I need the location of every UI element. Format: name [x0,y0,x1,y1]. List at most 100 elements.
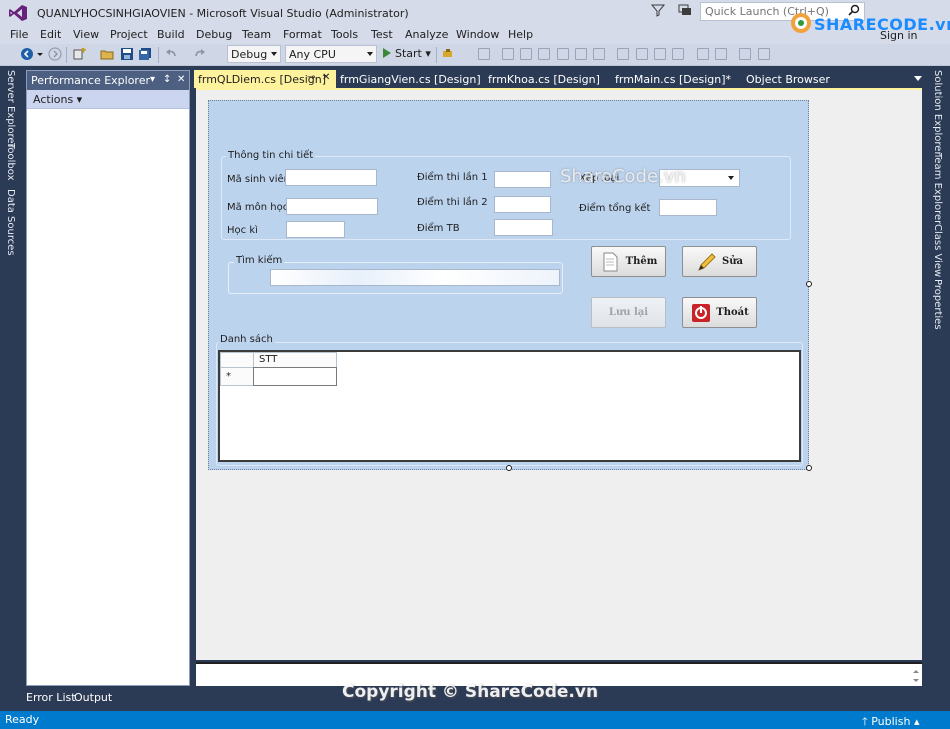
diem-tong-ket-input[interactable] [659,199,717,216]
new-project-icon[interactable] [72,47,86,61]
start-debugging-button[interactable]: Start ▾ [383,47,431,60]
bring-to-front-icon[interactable] [739,48,751,60]
vertical-spacing-icon[interactable] [715,48,727,60]
toolbox-tab[interactable]: Toolbox [5,143,16,181]
solution-configuration-value: Debug [231,48,268,61]
align-rights-icon[interactable] [538,48,550,60]
menu-tools[interactable]: Tools [331,28,358,41]
diem-thi-lan-1-input[interactable] [494,171,551,188]
pin-icon[interactable]: ↕ [163,74,171,85]
grid-column-header-stt[interactable]: STT [253,352,337,368]
filter-icon[interactable] [651,3,665,17]
performance-explorer-title: Performance Explorer [31,74,151,87]
feedback-icon[interactable] [678,4,692,16]
chevron-down-icon [271,52,277,56]
standard-toolbar: Debug Any CPU Start ▾ [0,44,950,66]
size-to-grid-icon[interactable] [672,48,684,60]
class-view-tab[interactable]: Class View [932,224,943,277]
menu-format[interactable]: Format [283,28,322,41]
align-tops-icon[interactable] [557,48,569,60]
make-same-height-icon[interactable] [636,48,648,60]
menu-edit[interactable]: Edit [40,28,61,41]
search-group-title: Tìm kiếm [234,255,285,266]
solution-configuration-select[interactable]: Debug [227,45,281,63]
tab-output[interactable]: Output [74,691,112,704]
actions-label: Actions [33,93,74,106]
tab-error-list[interactable]: Error List [26,691,76,704]
menu-test[interactable]: Test [371,28,393,41]
horizontal-spacing-icon[interactable] [697,48,709,60]
undo-icon[interactable] [164,47,178,61]
ma-sinh-vien-label: Mã sinh viên [227,174,290,185]
tab-object-browser[interactable]: Object Browser [742,70,834,88]
save-all-icon[interactable] [138,47,152,61]
diem-thi-lan-2-label: Điểm thi lần 2 [417,197,488,208]
resize-handle-right[interactable] [806,281,812,287]
menu-build[interactable]: Build [157,28,185,41]
tab-frmgiangvien-design[interactable]: frmGiangVien.cs [Design] [336,70,485,88]
resize-handle-bottom[interactable] [506,465,512,471]
save-button[interactable]: Lưu lại [591,297,666,328]
align-to-grid-icon[interactable] [478,48,490,60]
solution-explorer-tab[interactable]: Solution Explorer [932,70,943,156]
exit-button[interactable]: Thoát [682,297,757,328]
menu-window[interactable]: Window [456,28,499,41]
data-grid-view[interactable]: STT * [218,350,801,462]
properties-tab[interactable]: Properties [932,279,943,330]
align-middles-icon[interactable] [575,48,587,60]
tab-overflow-icon[interactable] [914,76,922,81]
align-centers-icon[interactable] [520,48,532,60]
tab-frmkhoa-design[interactable]: frmKhoa.cs [Design] [484,70,604,88]
menu-debug[interactable]: Debug [196,28,232,41]
align-lefts-icon[interactable] [502,48,514,60]
team-explorer-tab[interactable]: Team Explorer [932,153,943,224]
pin-icon[interactable]: ⊸ [307,72,315,83]
scrollbar[interactable] [912,668,920,684]
grid-row-header-corner [220,352,254,368]
chevron-down-icon[interactable] [36,47,44,61]
pencil-icon [698,252,716,271]
ma-mon-hoc-input[interactable] [286,198,378,215]
solution-platform-select[interactable]: Any CPU [285,45,377,63]
server-explorer-tab[interactable]: Server Explorer [5,70,16,148]
menu-file[interactable]: File [10,28,28,41]
tab-frmmain-design[interactable]: frmMain.cs [Design]* [611,70,735,88]
menu-team[interactable]: Team [242,28,271,41]
actions-menu[interactable]: Actions ▾ [27,90,189,109]
add-button[interactable]: Thêm [591,246,666,277]
align-bottoms-icon[interactable] [593,48,605,60]
resize-handle-bottom-right[interactable] [806,465,812,471]
form-designer-surface[interactable]: Thông tin chi tiết Mã sinh viên Mã môn h… [196,88,922,660]
open-folder-icon[interactable] [100,47,114,61]
make-same-width-icon[interactable] [617,48,629,60]
edit-button[interactable]: Sửa [682,246,757,277]
close-icon[interactable]: ✕ [177,74,185,85]
make-same-size-icon[interactable] [654,48,666,60]
menu-help[interactable]: Help [508,28,533,41]
publish-button[interactable]: 🡑 Publish ▴ [862,713,919,729]
menu-analyze[interactable]: Analyze [405,28,448,41]
send-to-back-icon[interactable] [758,48,770,60]
menu-view[interactable]: View [73,28,99,41]
grid-new-row-cell[interactable] [253,367,337,386]
navigate-back-icon[interactable] [20,47,34,61]
close-icon[interactable]: ✕ [322,72,330,83]
left-tool-window-rail: Server Explorer Toolbox Data Sources [0,66,22,686]
redo-icon[interactable] [193,47,207,61]
tab-frmqldiem-design[interactable]: frmQLDiem.cs [Design] ⊸ ✕ [194,70,336,88]
save-icon[interactable] [120,47,134,61]
diem-thi-lan-2-input[interactable] [494,196,551,213]
find-icon[interactable] [441,47,455,61]
solution-platform-value: Any CPU [289,48,336,61]
window-menu-icon[interactable]: ▾ [150,74,155,85]
search-input[interactable] [270,269,560,286]
diem-tb-input[interactable] [494,219,553,236]
navigate-forward-icon[interactable] [48,47,62,61]
sign-in-link[interactable]: Sign in [880,29,918,42]
winform-frmqldiem[interactable]: Thông tin chi tiết Mã sinh viên Mã môn h… [208,100,809,470]
ma-sinh-vien-input[interactable] [285,169,377,186]
menu-project[interactable]: Project [110,28,148,41]
toolbar-separator [436,47,437,63]
data-sources-tab[interactable]: Data Sources [5,189,16,256]
hoc-ki-input[interactable] [286,221,345,238]
